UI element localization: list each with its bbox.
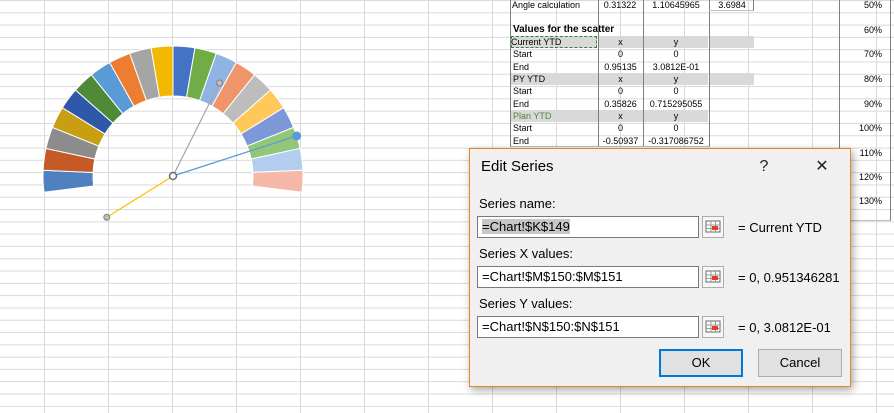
- series-x-range-picker[interactable]: [702, 266, 724, 288]
- block-py-ytd-filler: [710, 73, 754, 85]
- series-y-label: Series Y values:: [479, 296, 573, 311]
- range-picker-icon: [705, 220, 721, 233]
- series-name-label: Series name:: [479, 196, 556, 211]
- block-current-ytd-filler: [710, 36, 754, 48]
- series-y-input[interactable]: =Chart!$N$150:$N$151: [477, 316, 699, 338]
- gauge-needle-plan-ytd[interactable]: [106, 175, 174, 218]
- cancel-button[interactable]: Cancel: [758, 349, 842, 377]
- close-button[interactable]: ✕: [804, 153, 840, 181]
- range-picker-icon: [705, 270, 721, 283]
- series-x-label: Series X values:: [479, 246, 573, 261]
- gauge-hub[interactable]: [168, 171, 178, 181]
- table-column-border: [643, 0, 710, 147]
- series-x-result: = 0, 0.951346281: [738, 270, 840, 285]
- series-name-input[interactable]: =Chart!$K$149: [477, 216, 699, 238]
- series-y-result: = 0, 3.0812E-01: [738, 320, 831, 335]
- dialog-title: Edit Series: [481, 158, 554, 175]
- series-name-result: = Current YTD: [738, 220, 822, 235]
- ok-button[interactable]: OK: [659, 349, 743, 377]
- range-picker-icon: [705, 320, 721, 333]
- series-name-range-picker[interactable]: [702, 216, 724, 238]
- edit-series-dialog[interactable]: Edit Series ? ✕ Series name: =Chart!$K$1…: [469, 148, 851, 387]
- needle-end-marker[interactable]: [216, 79, 224, 87]
- gauge-segment[interactable]: [42, 169, 95, 193]
- needle-end-marker[interactable]: [292, 131, 302, 141]
- close-icon: ✕: [815, 158, 829, 175]
- table-column-border: [709, 0, 754, 11]
- gauge-chart[interactable]: [0, 0, 360, 240]
- series-x-input[interactable]: =Chart!$M$150:$M$151: [477, 266, 699, 288]
- series-name-value: =Chart!$K$149: [482, 219, 570, 234]
- gauge-segment[interactable]: [251, 169, 304, 193]
- series-y-range-picker[interactable]: [702, 316, 724, 338]
- needle-end-marker[interactable]: [103, 213, 111, 221]
- table-column-border: [510, 0, 599, 147]
- help-button[interactable]: ?: [746, 153, 782, 181]
- table-column-border: [597, 0, 644, 147]
